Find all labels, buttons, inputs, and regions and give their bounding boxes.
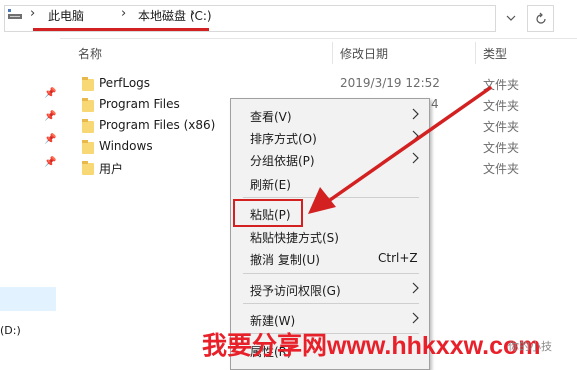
refresh-icon	[535, 12, 546, 24]
menu-item-shortcut: Ctrl+Z	[378, 251, 418, 265]
menu-separator	[243, 303, 419, 304]
menu-item-grant-access[interactable]: 授予访问权限(G)	[232, 278, 428, 300]
menu-item-undo-copy[interactable]: 撤消 复制(U) Ctrl+Z	[232, 247, 428, 269]
column-divider[interactable]	[332, 42, 333, 64]
menu-item-group[interactable]: 分组依据(P)	[232, 148, 428, 170]
pin-icon: 📌	[44, 134, 57, 145]
menu-item-paste-shortcut[interactable]: 粘贴快捷方式(S)	[232, 225, 428, 247]
column-header-type[interactable]: 类型	[483, 45, 507, 62]
menu-item-label: 排序方式(O)	[250, 132, 317, 146]
menu-separator	[243, 273, 419, 274]
menu-item-label: 撤消 复制(U)	[250, 253, 320, 267]
menu-item-label: 刷新(E)	[250, 178, 291, 192]
chevron-right-icon	[412, 312, 419, 324]
folder-icon	[82, 119, 94, 133]
breadcrumb-separator[interactable]: ›	[121, 6, 126, 21]
folder-icon	[82, 140, 94, 154]
navigation-pane: 📌 📌 📌 📌	[0, 38, 60, 370]
breadcrumb-this-pc[interactable]: 此电脑	[48, 7, 84, 24]
file-name: Program Files (x86)	[99, 118, 216, 132]
menu-separator	[243, 197, 419, 198]
breadcrumb-red-underline	[33, 28, 209, 31]
file-type: 文件夹	[483, 78, 520, 92]
file-name: Program Files	[99, 97, 180, 111]
pin-icon: 📌	[44, 157, 57, 168]
file-type: 文件夹	[483, 162, 520, 176]
menu-item-sort[interactable]: 排序方式(O)	[232, 126, 428, 148]
file-date: 2019/3/19 12:52	[340, 76, 440, 90]
chevron-right-icon	[412, 108, 419, 120]
nav-drive-d[interactable]: (D:)	[0, 324, 21, 337]
partial-date-text: 4	[431, 97, 439, 111]
menu-item-label: 分组依据(P)	[250, 154, 315, 168]
folder-icon	[82, 98, 94, 112]
chevron-down-icon[interactable]	[502, 8, 520, 28]
column-header-modified[interactable]: 修改日期	[340, 45, 388, 62]
address-bar: › 此电脑 › 本地磁盘 (C:) ›	[0, 0, 577, 39]
chevron-right-icon	[412, 282, 419, 294]
file-name: 用户	[99, 162, 124, 176]
file-type: 文件夹	[483, 99, 520, 113]
watermark-small-text: 你的小技	[508, 340, 552, 353]
column-divider[interactable]	[475, 42, 476, 64]
menu-item-refresh[interactable]: 刷新(E)	[232, 172, 428, 194]
pin-icon: 📌	[44, 111, 57, 122]
refresh-button[interactable]	[527, 5, 554, 32]
file-type: 文件夹	[483, 120, 520, 134]
breadcrumb-separator: ›	[30, 6, 36, 21]
this-pc-icon	[8, 9, 22, 19]
file-name: Windows	[99, 139, 153, 153]
nav-selected-item[interactable]	[0, 287, 56, 311]
breadcrumb-local-disk-c[interactable]: 本地磁盘 (C:)	[138, 7, 212, 24]
file-explorer-window: › 此电脑 › 本地磁盘 (C:) › 📌 📌 📌 📌 (D:) 名称 修改日期…	[0, 0, 577, 370]
paste-highlight-box	[233, 199, 303, 227]
chevron-right-icon	[412, 152, 419, 164]
menu-item-label: 授予访问权限(G)	[250, 284, 341, 298]
folder-icon	[82, 161, 94, 175]
breadcrumb-separator[interactable]: ›	[190, 6, 195, 21]
file-name: PerfLogs	[99, 76, 151, 90]
menu-item-label: 查看(V)	[250, 110, 292, 124]
file-type: 文件夹	[483, 141, 520, 155]
menu-item-label: 粘贴快捷方式(S)	[250, 231, 339, 245]
list-item[interactable]: PerfLogs 2019/3/19 12:52 文件夹	[78, 74, 577, 95]
column-header-name[interactable]: 名称	[78, 45, 102, 62]
menu-item-view[interactable]: 查看(V)	[232, 104, 428, 126]
pin-icon: 📌	[44, 88, 57, 99]
folder-icon	[82, 77, 94, 91]
chevron-right-icon	[412, 130, 419, 142]
watermark-text: 我要分享网www.hhkxxw.com	[202, 332, 541, 360]
